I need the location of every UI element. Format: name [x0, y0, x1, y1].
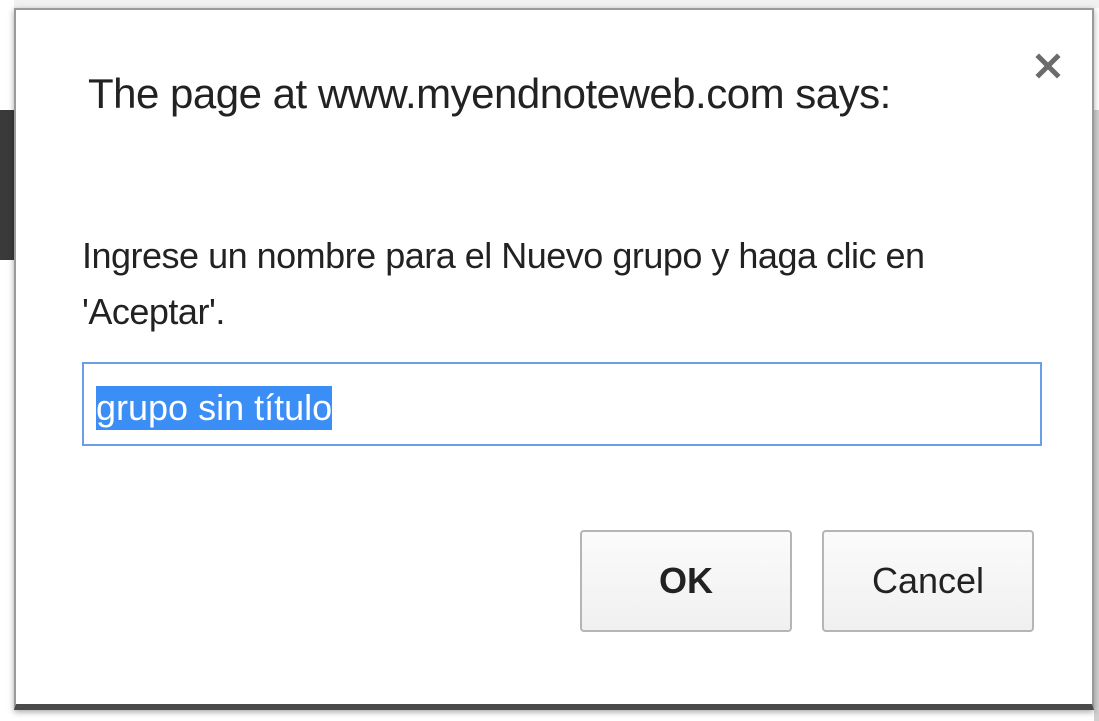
- close-icon: [1035, 53, 1061, 79]
- page-backdrop-left: [0, 0, 14, 721]
- cancel-button[interactable]: Cancel: [822, 530, 1034, 632]
- dialog-title: The page at www.myendnoteweb.com says:: [88, 70, 891, 117]
- page-backdrop-left-dark: [0, 110, 14, 260]
- page-backdrop-top: [0, 0, 1099, 8]
- group-name-input[interactable]: grupo sin título: [82, 362, 1042, 446]
- dialog-message: Ingrese un nombre para el Nuevo grupo y …: [82, 235, 925, 332]
- input-selected-value: grupo sin título: [96, 386, 333, 430]
- close-button[interactable]: [1030, 48, 1066, 84]
- page-backdrop-right: [1094, 110, 1099, 721]
- ok-button[interactable]: OK: [580, 530, 792, 632]
